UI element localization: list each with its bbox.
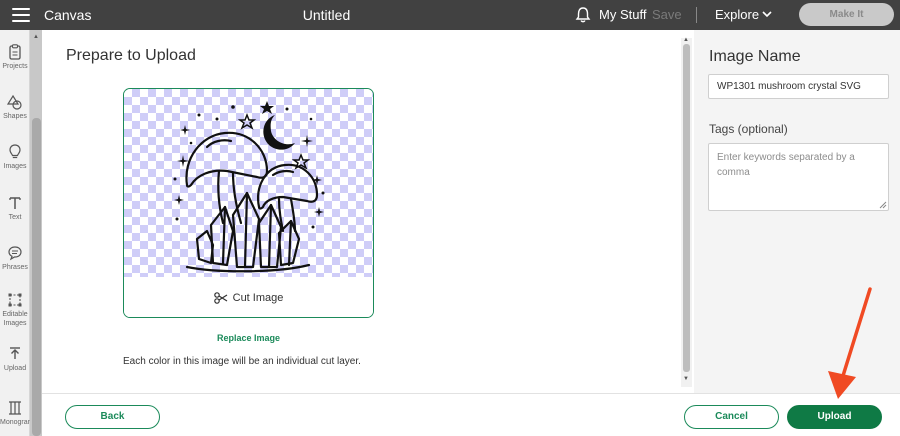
images-icon	[9, 144, 21, 159]
explore-menu[interactable]: Explore	[715, 7, 759, 22]
scroll-down-icon[interactable]: ▼	[683, 376, 689, 382]
scroll-up-icon[interactable]: ▲	[33, 34, 39, 40]
sidebar-scrollbar-thumb[interactable]	[32, 118, 41, 436]
sidebar-label: Images	[3, 163, 27, 170]
sidebar-item-images[interactable]: Images	[0, 144, 30, 171]
mushroom-crystal-image	[173, 101, 324, 273]
phrases-icon	[8, 246, 22, 261]
my-stuff-link[interactable]: My Stuff	[599, 7, 646, 22]
resize-handle-icon[interactable]	[879, 201, 887, 209]
image-name-label: Image Name	[709, 48, 801, 65]
sidebar-label: Projects	[2, 63, 28, 70]
document-title[interactable]: Untitled	[0, 7, 653, 23]
sidebar-item-text[interactable]: Text	[0, 195, 30, 222]
upload-button[interactable]: Upload	[787, 405, 882, 429]
sidebar-item-projects[interactable]: Projects	[0, 44, 30, 71]
chevron-down-icon[interactable]	[762, 9, 772, 19]
image-preview-card: Cut Image	[123, 88, 374, 318]
main-scrollbar-thumb[interactable]	[683, 44, 690, 372]
sidebar-item-shapes[interactable]: Shapes	[0, 94, 30, 121]
scroll-up-icon[interactable]: ▲	[683, 37, 689, 43]
replace-image-link[interactable]: Replace Image	[123, 333, 374, 343]
back-button[interactable]: Back	[65, 405, 160, 429]
sidebar-label: Text	[8, 214, 22, 221]
monogram-icon	[9, 401, 21, 415]
topbar-divider	[696, 7, 697, 23]
projects-icon	[9, 44, 21, 60]
red-arrow-annotation	[828, 287, 872, 399]
bell-icon[interactable]	[575, 6, 591, 24]
cut-layer-note: Each color in this image will be an indi…	[123, 356, 361, 367]
cut-image-label: Cut Image	[232, 292, 284, 304]
upload-icon	[10, 347, 20, 359]
shapes-icon	[7, 94, 22, 110]
sidebar-label: Shapes	[3, 113, 27, 120]
sidebar-label: Monogram	[0, 419, 34, 426]
save-button[interactable]: Save	[652, 7, 682, 22]
left-sidebar: Projects Shapes Images Text Phrases Edit…	[0, 30, 34, 436]
sidebar-item-monogram[interactable]: Monogram	[0, 400, 34, 427]
editable-images-icon	[8, 293, 22, 307]
image-name-input[interactable]	[708, 74, 889, 99]
sidebar-label: Editable Images	[2, 311, 28, 327]
sidebar-item-editable-images[interactable]: Editable Images	[0, 292, 30, 328]
top-bar: Canvas Untitled My Stuff Save Explore Ma…	[0, 0, 900, 30]
scissors-icon	[213, 292, 227, 304]
sidebar-item-upload[interactable]: Upload	[0, 346, 30, 373]
tags-label: Tags (optional)	[709, 122, 788, 136]
page-title: Prepare to Upload	[66, 47, 196, 64]
sidebar-label: Phrases	[2, 264, 28, 271]
tags-input[interactable]	[708, 143, 889, 211]
cut-image-row: Cut Image	[124, 277, 373, 317]
sidebar-item-phrases[interactable]: Phrases	[0, 245, 30, 272]
sidebar-label: Upload	[3, 365, 27, 372]
text-icon	[9, 197, 21, 209]
make-it-button[interactable]: Make It	[799, 3, 894, 26]
cancel-button[interactable]: Cancel	[684, 405, 779, 429]
